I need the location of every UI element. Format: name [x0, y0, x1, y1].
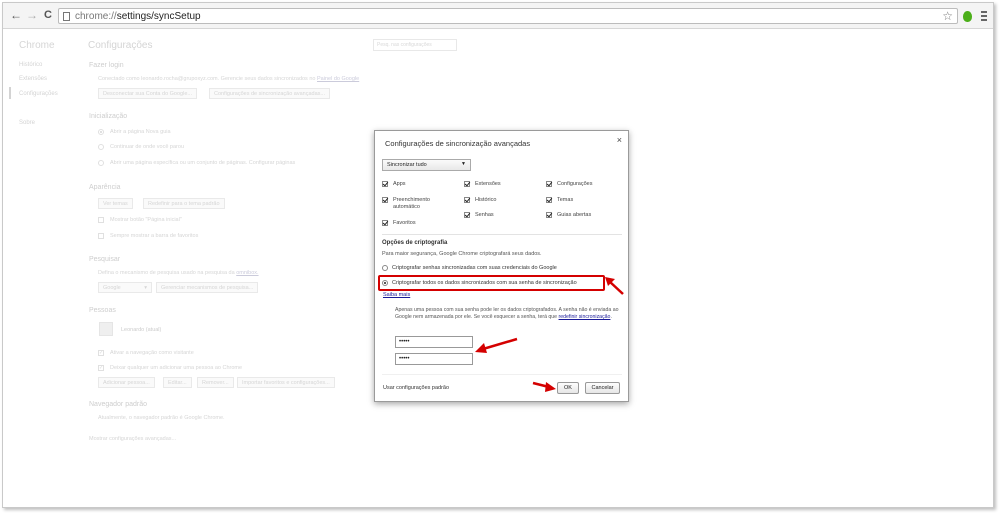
back-button[interactable]: ← — [9, 8, 23, 22]
themes-checkbox[interactable]: Temas — [546, 197, 573, 204]
passphrase-input[interactable]: ••••• — [395, 336, 473, 348]
url-text: chrome://settings/syncSetup — [75, 11, 201, 22]
passphrase-confirm-input[interactable]: ••••• — [395, 353, 473, 365]
menu-icon[interactable] — [981, 11, 987, 22]
chevron-down-icon: ▼ — [461, 161, 466, 167]
page-icon — [63, 12, 70, 21]
address-bar[interactable]: chrome://settings/syncSetup ☆ — [58, 8, 958, 24]
browser-window: ← → C chrome://settings/syncSetup ☆ Chro… — [2, 2, 994, 508]
cancel-button[interactable]: Cancelar — [585, 382, 620, 394]
reload-button[interactable]: C — [41, 8, 55, 22]
ok-button[interactable]: OK — [557, 382, 579, 394]
settings-checkbox[interactable]: Configurações — [546, 181, 592, 188]
sync-type-select[interactable]: Sincronizar tudo ▼ — [382, 159, 471, 171]
bookmark-star-icon[interactable]: ☆ — [942, 9, 953, 23]
advanced-sync-dialog: Configurações de sincronização avançadas… — [374, 130, 629, 402]
annotation-arrow-icon — [532, 381, 556, 392]
footer-divider — [382, 374, 622, 375]
passwords-checkbox[interactable]: Senhas — [464, 212, 494, 219]
use-defaults-link[interactable]: Usar configurações padrão — [383, 385, 449, 391]
dialog-title: Configurações de sincronização avançadas — [385, 139, 531, 148]
history-checkbox[interactable]: Histórico — [464, 197, 496, 204]
encryption-heading: Opções de criptografia — [382, 240, 448, 246]
annotation-arrow-icon — [475, 337, 518, 353]
forward-button[interactable]: → — [25, 8, 39, 22]
annotation-arrow-icon — [605, 277, 624, 295]
evernote-extension-icon[interactable] — [963, 11, 972, 22]
encryption-description: Para maior segurança, Google Chrome crip… — [382, 251, 542, 257]
divider — [382, 234, 622, 235]
encrypt-passwords-radio[interactable]: Criptografar senhas sincronizadas com su… — [382, 265, 557, 271]
reset-sync-link[interactable]: redefinir sincronização — [559, 314, 611, 320]
apps-checkbox[interactable]: Apps — [382, 181, 406, 188]
extensions-checkbox[interactable]: Extensões — [464, 181, 501, 188]
autofill-checkbox[interactable]: Preenchimento automático — [382, 197, 430, 211]
bookmarks-checkbox[interactable]: Favoritos — [382, 220, 416, 227]
close-icon[interactable]: × — [617, 135, 622, 145]
passphrase-info: Apenas uma pessoa com sua senha pode ler… — [395, 307, 619, 320]
open-tabs-checkbox[interactable]: Guias abertas — [546, 212, 591, 219]
learn-more-link[interactable]: Saiba mais — [383, 292, 410, 298]
browser-toolbar: ← → C chrome://settings/syncSetup ☆ — [3, 3, 993, 29]
encrypt-all-radio[interactable]: Criptografar todos os dados sincronizado… — [382, 280, 577, 286]
